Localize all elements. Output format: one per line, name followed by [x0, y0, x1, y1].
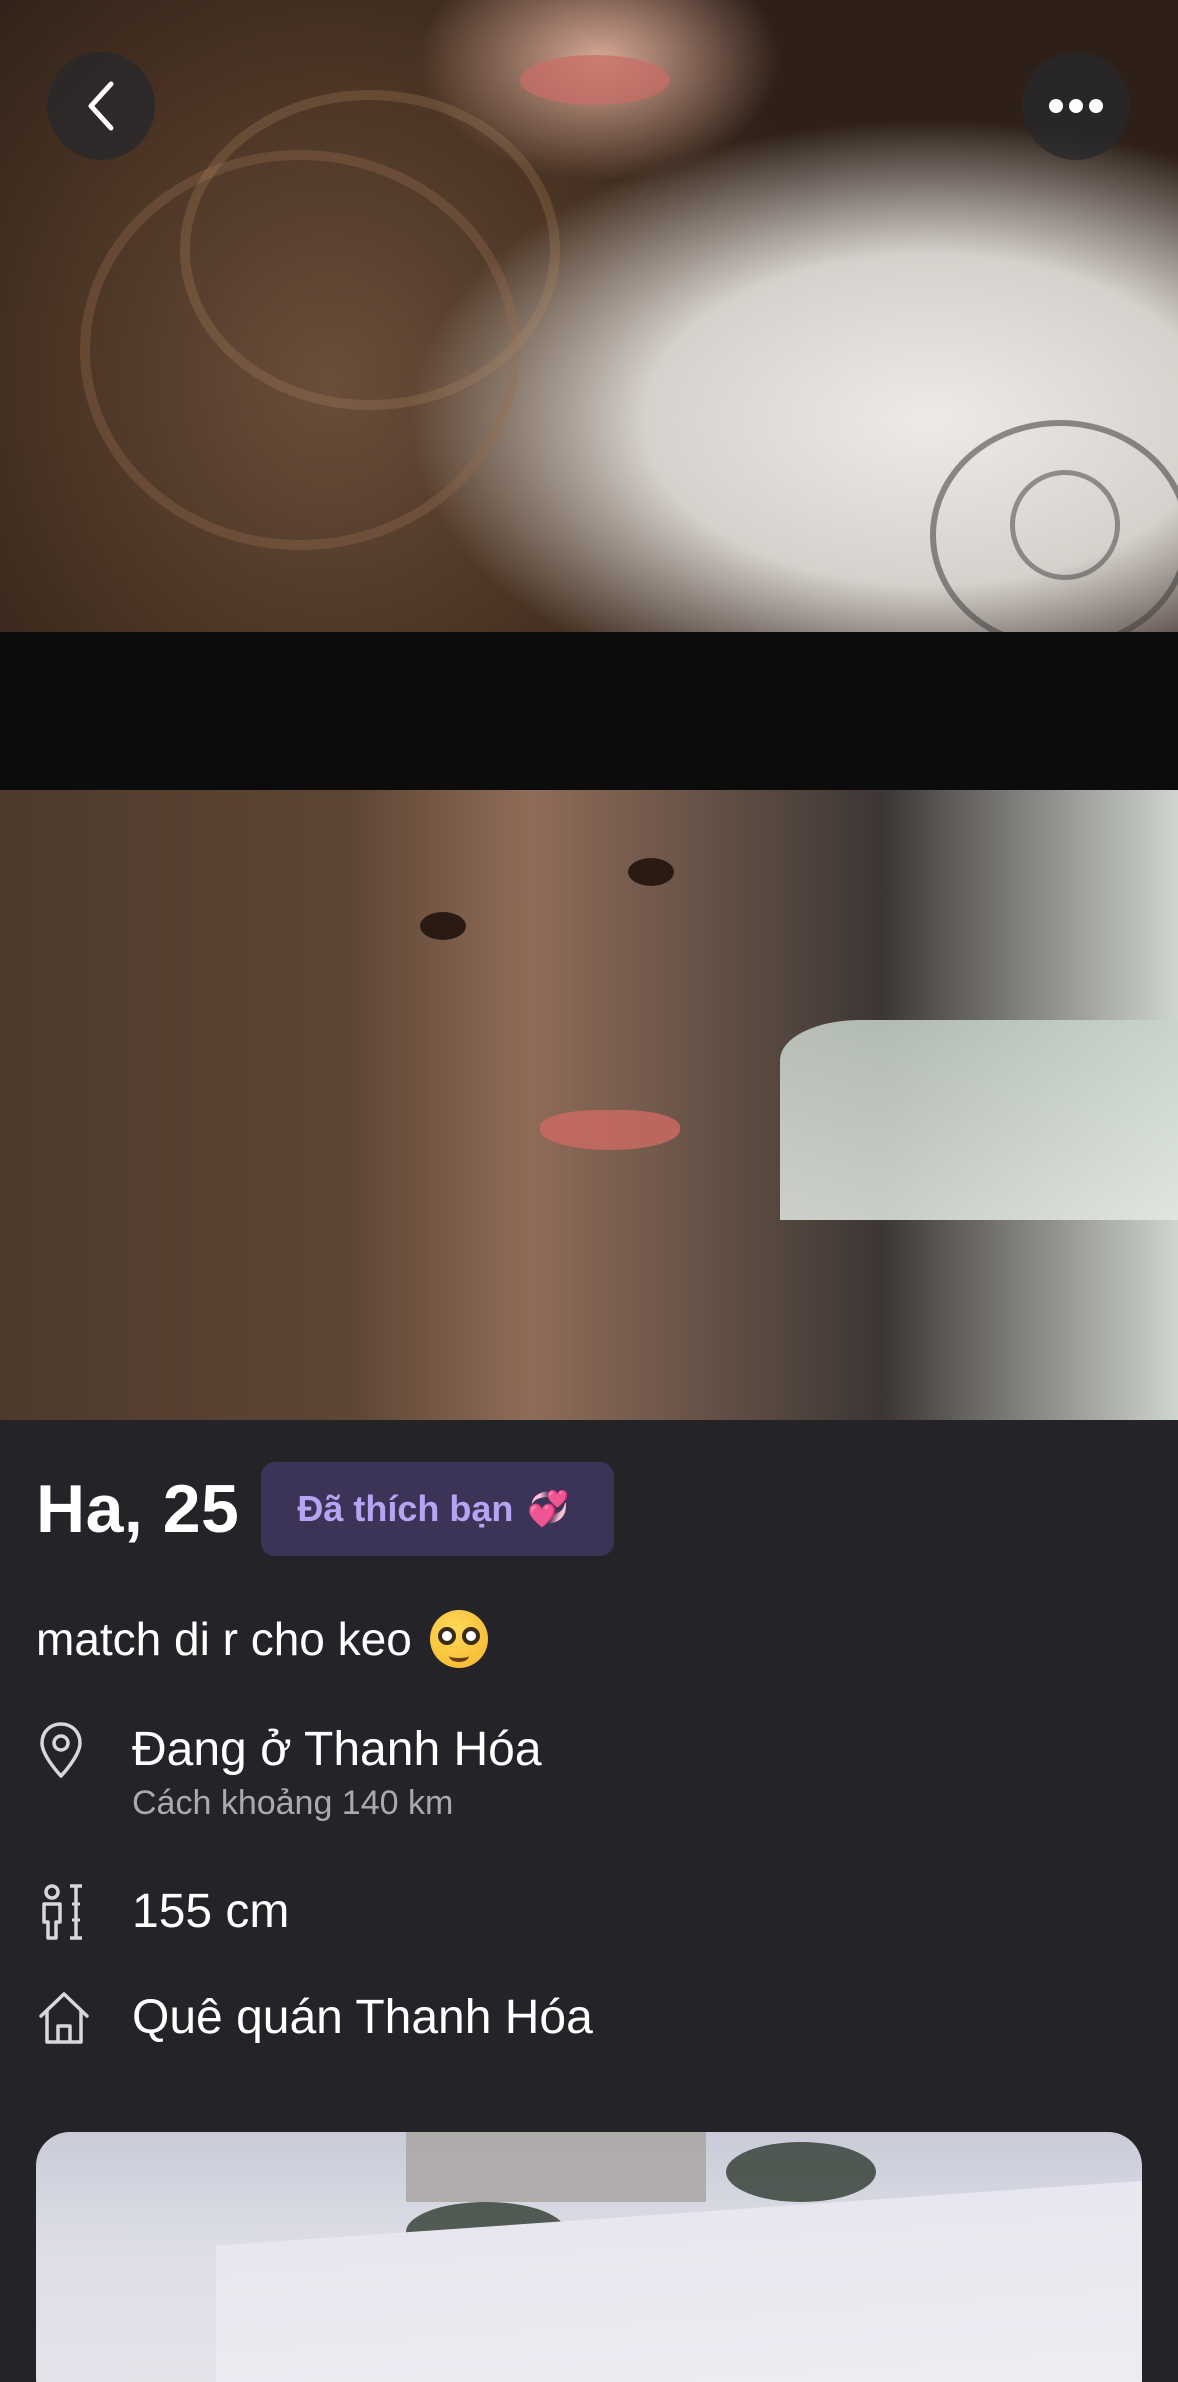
- photo-detail: [406, 2132, 706, 2202]
- more-options-button[interactable]: [1022, 52, 1130, 160]
- distance-text: Cách khoảng 140 km: [132, 1784, 454, 1822]
- photo-detail: [726, 2142, 876, 2202]
- photo-detail: [180, 90, 560, 410]
- bio-text: match di r cho keo: [36, 1613, 412, 1665]
- location-pin-icon: [36, 1720, 92, 1780]
- hometown-text: Quê quán Thanh Hóa: [132, 1991, 593, 2044]
- profile-page: Ha, 25 Đã thích bạn 💞 match di r cho keo: [0, 0, 1178, 2382]
- ellipsis-icon: [1048, 98, 1104, 114]
- photo-divider: [0, 632, 1178, 790]
- photo-detail: [1010, 470, 1120, 580]
- name-row: Ha, 25 Đã thích bạn 💞: [36, 1462, 614, 1556]
- heart-emoji: 💞: [527, 1490, 570, 1528]
- profile-photo-2[interactable]: [0, 790, 1178, 1420]
- profile-photo-3[interactable]: [36, 2132, 1142, 2382]
- liked-you-label: Đã thích bạn: [297, 1488, 514, 1529]
- photo-detail: [780, 1020, 1178, 1220]
- photo-detail: [420, 912, 466, 940]
- profile-bio: match di r cho keo: [36, 1610, 488, 1668]
- photo-detail: [520, 55, 670, 105]
- nerd-face-icon: [429, 1610, 488, 1668]
- back-button[interactable]: [47, 52, 155, 160]
- liked-you-badge: Đã thích bạn 💞: [261, 1462, 614, 1556]
- profile-photo-1[interactable]: [0, 0, 1178, 632]
- height-text: 155 cm: [132, 1885, 290, 1938]
- detail-location: Đang ở Thanh Hóa Cách khoảng 140 km: [36, 1720, 542, 1824]
- location-text: Đang ở Thanh Hóa: [132, 1723, 542, 1776]
- detail-hometown: Quê quán Thanh Hóa: [36, 1988, 593, 2048]
- detail-height: 155 cm: [36, 1882, 289, 1942]
- chevron-left-icon: [81, 78, 121, 134]
- photo-detail: [540, 1110, 680, 1150]
- photo-detail: [628, 858, 674, 886]
- profile-name-age: Ha, 25: [36, 1471, 240, 1547]
- home-icon: [36, 1988, 92, 2048]
- height-icon: [36, 1882, 92, 1942]
- photo-detail: [216, 2178, 1142, 2382]
